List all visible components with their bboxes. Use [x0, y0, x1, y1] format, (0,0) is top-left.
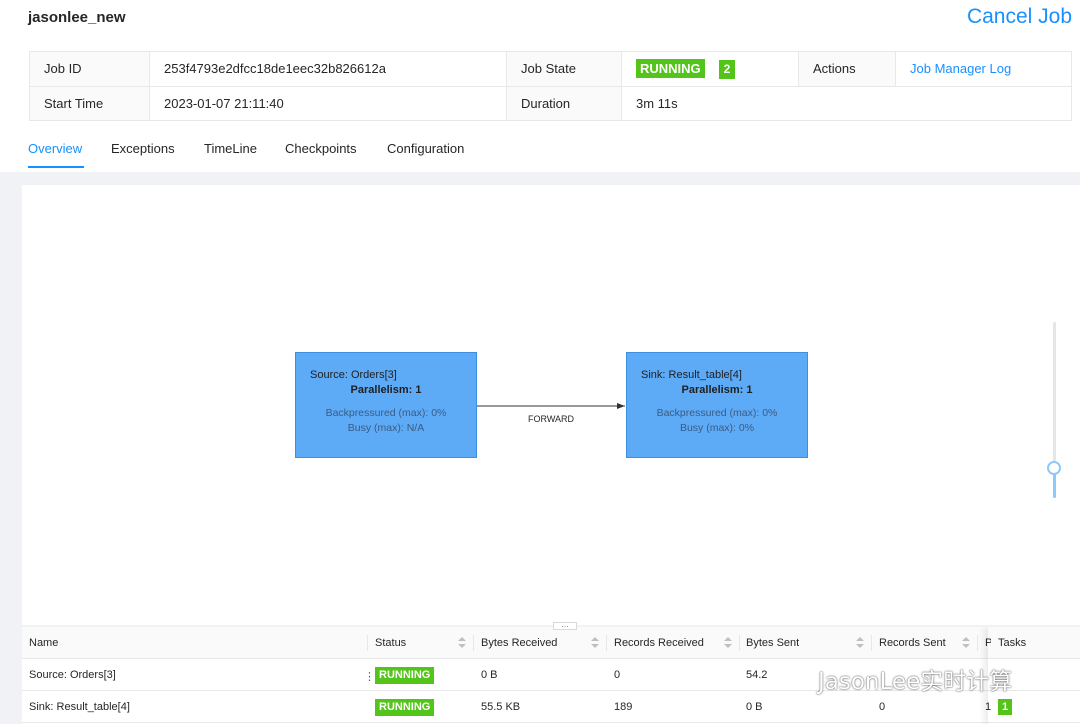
- actions-cell: Job Manager Log: [895, 51, 1072, 87]
- tasks-column: Tasks 1: [988, 627, 1080, 724]
- vertex-name-link[interactable]: Source: Orders[3]: [29, 659, 116, 691]
- table-row[interactable]: Source: Orders[3] RUNNING 0 B 0 54.2: [22, 659, 1080, 691]
- start-time-label: Start Time: [29, 85, 150, 121]
- actions-label: Actions: [798, 51, 896, 87]
- records-received-cell: 189: [614, 701, 633, 713]
- graph-node-sink-result-table[interactable]: Sink: Result_table[4] Parallelism: 1 Bac…: [626, 352, 808, 458]
- job-name: jasonlee_new: [28, 9, 126, 26]
- start-time-value: 2023-01-07 21:11:40: [149, 85, 507, 121]
- tab-configuration[interactable]: Configuration: [387, 141, 464, 156]
- panel-resize-handle[interactable]: …: [553, 621, 577, 630]
- node-parallelism: Parallelism: 1: [681, 384, 753, 396]
- cancel-job-button[interactable]: Cancel Job: [967, 5, 1072, 29]
- job-id-label: Job ID: [29, 51, 150, 87]
- job-state-label: Job State: [506, 51, 622, 87]
- column-separator: [977, 635, 978, 651]
- column-header-records-sent[interactable]: Records Sent: [879, 627, 946, 659]
- job-info-table: Job ID 253f4793e2dfcc18de1eec32b826612a …: [29, 51, 1072, 121]
- node-name: Sink: Result_table[4]: [641, 369, 742, 381]
- tab-checkpoints[interactable]: Checkpoints: [285, 141, 357, 156]
- tab-timeline[interactable]: TimeLine: [204, 141, 257, 156]
- job-state-cell: RUNNING 2: [621, 51, 799, 87]
- column-separator: [739, 635, 740, 651]
- column-separator: [367, 635, 368, 651]
- job-id-value: 253f4793e2dfcc18de1eec32b826612a: [149, 51, 507, 87]
- status-cell: RUNNING: [375, 691, 435, 723]
- tab-exceptions[interactable]: Exceptions: [111, 141, 175, 156]
- node-parallelism: Parallelism: 1: [350, 384, 422, 396]
- sort-icon[interactable]: [591, 637, 599, 649]
- sort-icon[interactable]: [458, 637, 466, 649]
- graph-edges: [477, 403, 625, 409]
- table-header-row: Name Status Bytes Received Records Recei…: [22, 627, 1080, 659]
- tab-overview[interactable]: Overview: [28, 141, 82, 156]
- zoom-slider-handle[interactable]: [1047, 461, 1061, 475]
- node-busy: Busy (max): N/A: [347, 422, 425, 434]
- column-header-bytes-received[interactable]: Bytes Received: [481, 627, 557, 659]
- records-received-cell: 0: [614, 669, 621, 681]
- node-name: Source: Orders[3]: [310, 369, 397, 381]
- column-separator: [606, 635, 607, 651]
- job-header: jasonlee_new Cancel Job: [0, 0, 1080, 40]
- column-separator: [871, 635, 872, 651]
- job-graph-canvas[interactable]: FORWARD Source: Orders[3] Parallelism: 1…: [22, 185, 1080, 625]
- column-header-name[interactable]: Name: [29, 627, 58, 659]
- status-badge: RUNNING: [375, 698, 435, 716]
- sort-icon[interactable]: [962, 637, 970, 649]
- column-separator: [473, 635, 474, 651]
- bytes-received-cell: 55.5 KB: [481, 701, 521, 713]
- edge-label-forward: FORWARD: [528, 414, 574, 424]
- sort-icon[interactable]: [724, 637, 732, 649]
- vertex-table: Name Status Bytes Received Records Recei…: [22, 627, 1080, 724]
- row-menu-icon[interactable]: ⋮: [364, 670, 375, 683]
- column-header-records-received[interactable]: Records Received: [614, 627, 704, 659]
- duration-label: Duration: [506, 85, 622, 121]
- vertex-name-link[interactable]: Sink: Result_table[4]: [29, 691, 130, 723]
- tasks-cell: 1: [998, 691, 1013, 723]
- records-sent-cell: 0: [879, 701, 886, 713]
- graph-node-source-orders[interactable]: Source: Orders[3] Parallelism: 1 Backpre…: [295, 352, 477, 458]
- job-state-badge: RUNNING: [636, 58, 705, 78]
- active-tab-indicator: [28, 166, 84, 168]
- duration-value: 3m 11s: [621, 85, 1072, 121]
- table-row[interactable]: Sink: Result_table[4] RUNNING 55.5 KB 18…: [22, 691, 1080, 723]
- bytes-received-cell: 0 B: [481, 669, 498, 681]
- bytes-sent-cell: 54.2: [746, 669, 768, 681]
- status-cell: RUNNING: [375, 659, 435, 691]
- column-header-bytes-sent[interactable]: Bytes Sent: [746, 627, 799, 659]
- sort-icon[interactable]: [856, 637, 864, 649]
- status-badge: RUNNING: [375, 666, 435, 684]
- bytes-sent-cell: 0 B: [746, 701, 763, 713]
- node-backpressured: Backpressured (max): 0%: [325, 407, 447, 419]
- job-state-count: 2: [718, 59, 736, 79]
- node-backpressured: Backpressured (max): 0%: [656, 407, 778, 419]
- column-header-tasks[interactable]: Tasks: [998, 627, 1026, 659]
- job-manager-log-link[interactable]: Job Manager Log: [910, 61, 1011, 76]
- column-header-status[interactable]: Status: [375, 627, 406, 659]
- node-busy: Busy (max): 0%: [679, 422, 755, 434]
- tab-bar: Overview Exceptions TimeLine Checkpoints…: [0, 130, 1080, 170]
- tasks-count-badge: 1: [998, 699, 1013, 716]
